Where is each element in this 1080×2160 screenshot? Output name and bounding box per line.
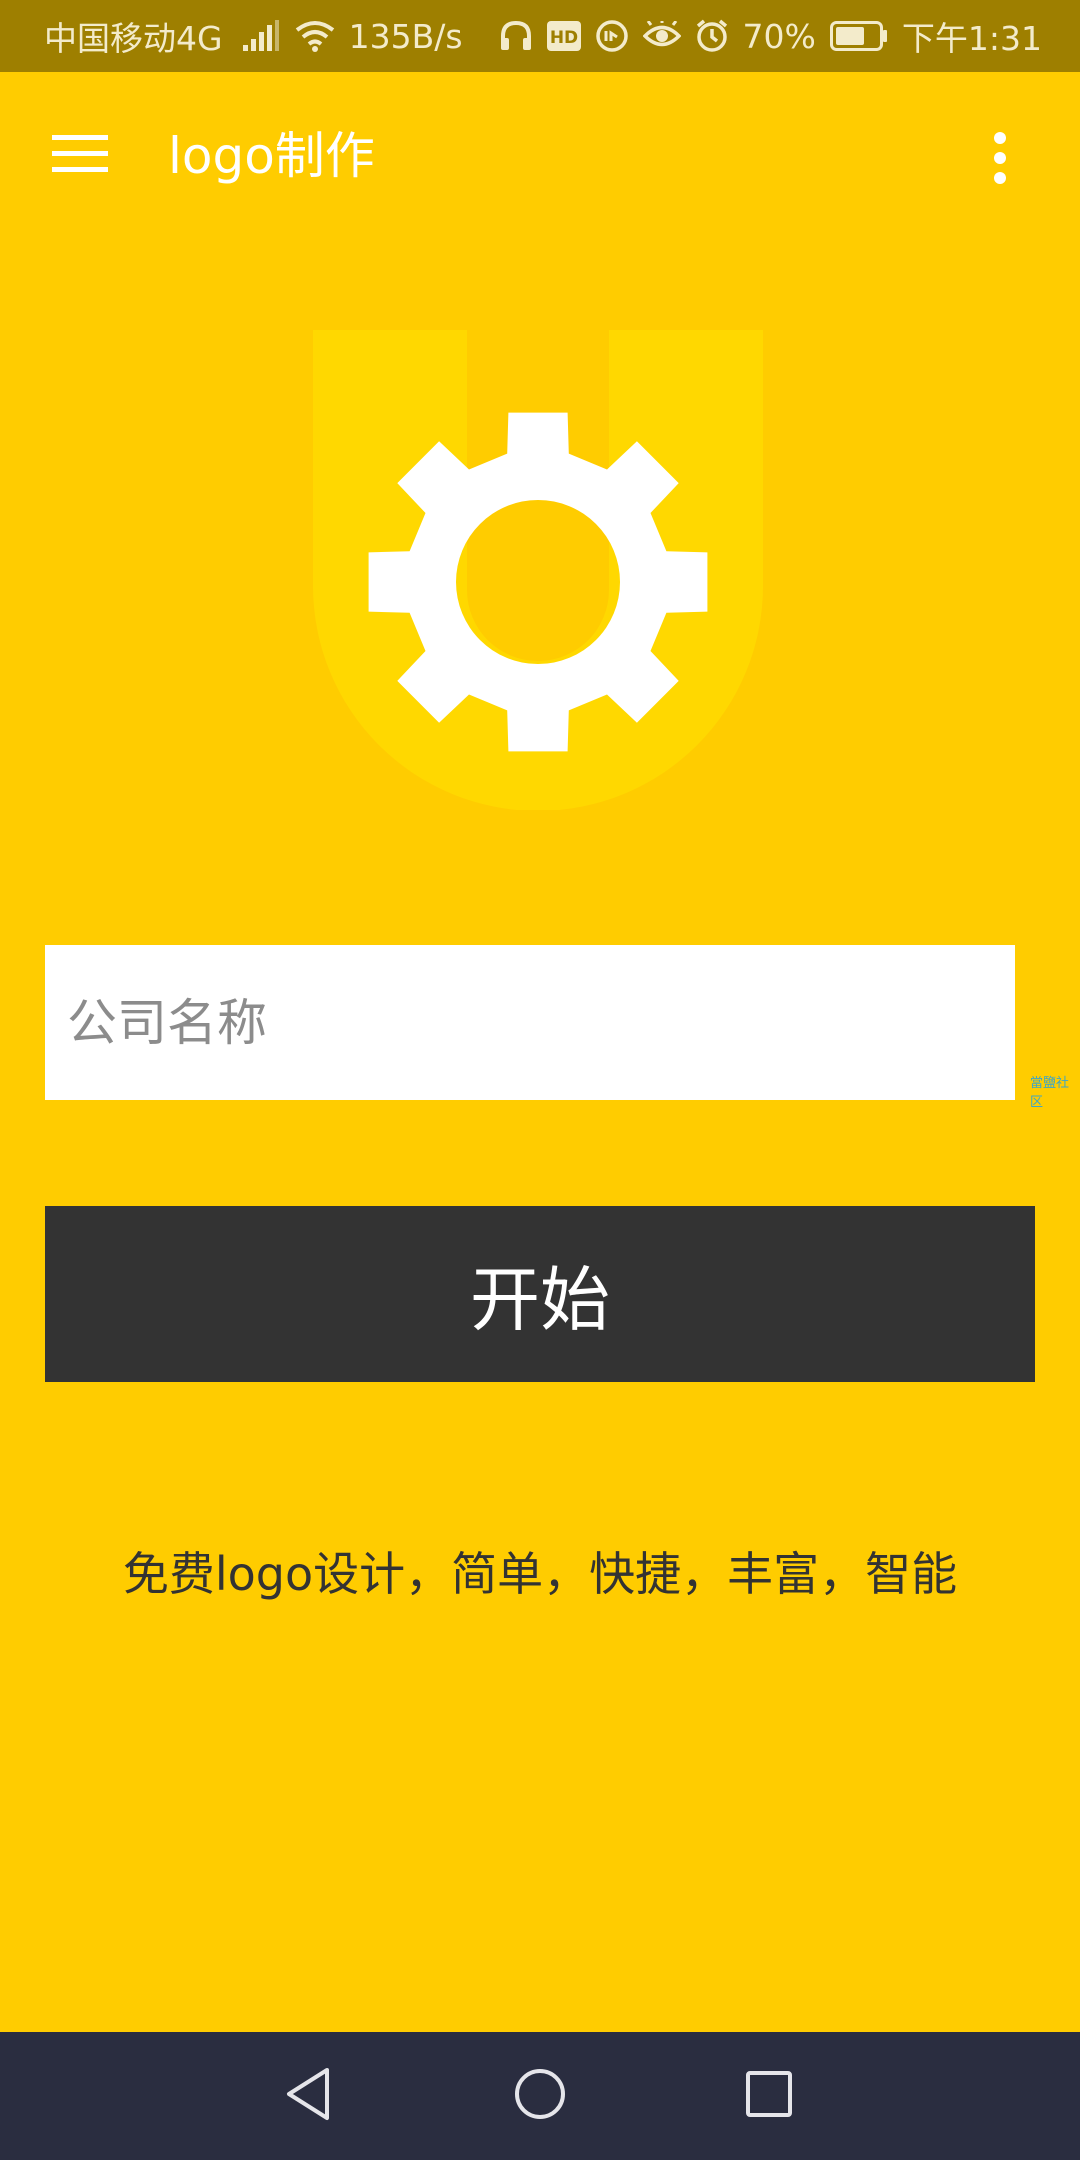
overflow-menu-button[interactable] bbox=[976, 128, 1024, 192]
tagline: 免费logo设计，简单，快捷，丰富，智能 bbox=[122, 1547, 958, 1601]
signal-icon bbox=[237, 19, 281, 53]
alarm-icon bbox=[695, 19, 729, 53]
home-icon bbox=[512, 2066, 568, 2126]
company-name-input[interactable] bbox=[45, 945, 1015, 1100]
status-bar: 中国移动4G 135B/s HD 70% 下午1:31 bbox=[0, 0, 1080, 72]
svg-text:HD: HD bbox=[549, 28, 577, 48]
data-saver-icon bbox=[595, 19, 629, 53]
carrier-label: 中国移动4G bbox=[44, 19, 223, 58]
menu-button[interactable] bbox=[44, 120, 116, 192]
headphones-icon bbox=[499, 20, 533, 52]
hd-icon: HD bbox=[546, 21, 581, 51]
start-button[interactable]: 开始 bbox=[45, 1206, 1035, 1382]
network-speed: 135B/s bbox=[348, 16, 463, 56]
more-vert-icon bbox=[992, 132, 1008, 188]
watermark-text: 當鹽社区 bbox=[1030, 1076, 1070, 1110]
clock: 下午1:31 bbox=[901, 19, 1042, 58]
gear-icon bbox=[368, 412, 708, 752]
app-bar: logo制作 bbox=[0, 72, 1080, 240]
wifi-icon bbox=[295, 20, 335, 52]
back-button[interactable] bbox=[272, 2060, 344, 2132]
start-button-label: 开始 bbox=[470, 1258, 610, 1341]
recents-button[interactable] bbox=[733, 2060, 805, 2132]
back-icon bbox=[283, 2066, 333, 2126]
app-screen: 中国移动4G 135B/s HD 70% 下午1:31 logo制作 公司名称 … bbox=[0, 0, 1080, 2160]
battery-percent: 70% bbox=[742, 16, 816, 56]
recents-icon bbox=[744, 2069, 794, 2123]
system-nav-bar bbox=[0, 2032, 1080, 2160]
company-name-field[interactable] bbox=[45, 945, 1015, 1100]
status-bar-left: 中国移动4G 135B/s bbox=[44, 12, 463, 60]
eye-icon bbox=[642, 21, 681, 51]
logo-graphic bbox=[313, 330, 763, 811]
app-logo bbox=[310, 330, 766, 811]
menu-icon bbox=[52, 133, 108, 179]
home-button[interactable] bbox=[504, 2060, 576, 2132]
app-title: logo制作 bbox=[168, 127, 375, 185]
status-bar-right: HD 70% 下午1:31 bbox=[499, 12, 1042, 60]
battery-icon bbox=[829, 21, 888, 51]
